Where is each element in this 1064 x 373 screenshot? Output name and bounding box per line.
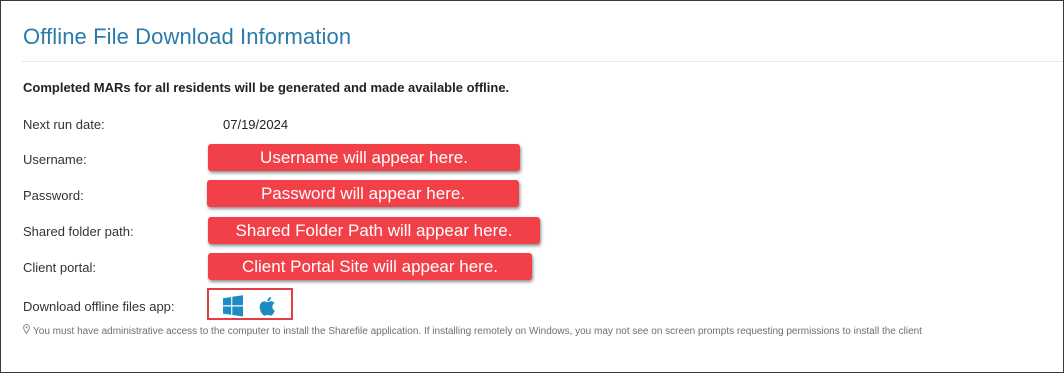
download-app-icons-highlight xyxy=(207,288,293,320)
password-label: Password: xyxy=(23,188,84,203)
intro-text: Completed MARs for all residents will be… xyxy=(23,80,510,95)
download-app-label: Download offline files app: xyxy=(23,299,175,314)
username-placeholder-callout: Username will appear here. xyxy=(208,144,520,171)
windows-icon[interactable] xyxy=(222,295,244,317)
shared-folder-path-placeholder-callout: Shared Folder Path will appear here. xyxy=(208,217,540,244)
install-note-text: You must have administrative access to t… xyxy=(33,326,922,337)
apple-icon[interactable] xyxy=(257,295,279,317)
map-pin-icon xyxy=(23,323,30,337)
next-run-date-value: 07/19/2024 xyxy=(223,117,289,132)
page-title: Offline File Download Information xyxy=(23,24,352,49)
shared-folder-path-label: Shared folder path: xyxy=(23,224,134,239)
install-note: You must have administrative access to t… xyxy=(23,323,922,337)
client-portal-placeholder-callout: Client Portal Site will appear here. xyxy=(208,253,532,280)
offline-download-panel: Offline File Download Information Comple… xyxy=(0,0,1064,373)
title-divider xyxy=(23,61,1063,62)
next-run-date-label: Next run date: xyxy=(23,117,105,132)
username-label: Username: xyxy=(23,152,87,167)
client-portal-label: Client portal: xyxy=(23,260,96,275)
password-placeholder-callout: Password will appear here. xyxy=(207,180,519,207)
